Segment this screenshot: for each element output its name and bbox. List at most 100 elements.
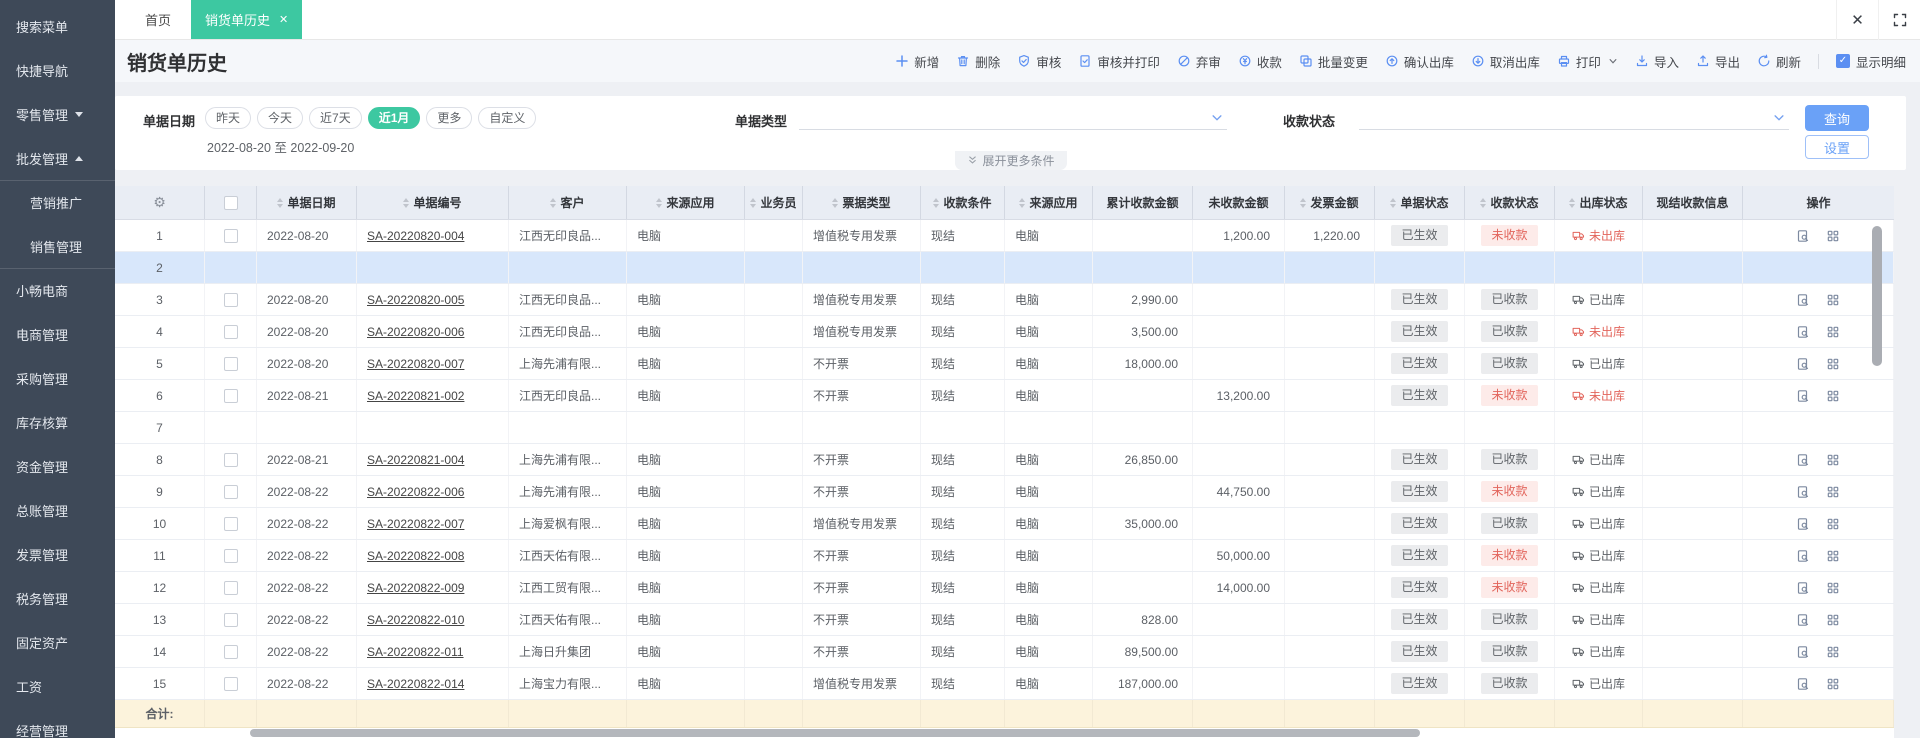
table-row[interactable]: 9 2022-08-22 SA-20220822-006 上海先浦有限... 电脑 不开票… [115,476,1894,508]
doc-no-link[interactable]: SA-20220822-008 [367,549,464,563]
col-salesman[interactable]: 业务员 [745,186,803,219]
row-checkbox[interactable] [223,356,238,371]
show-detail-checkbox[interactable]: ✓ 显示明细 [1835,52,1906,71]
doc-no-link[interactable]: SA-20220820-004 [367,229,464,243]
toolbar-import-button[interactable]: 导入 [1635,52,1679,71]
table-row[interactable]: 3 2022-08-20 SA-20220820-005 江西无印良品... 电脑 增值税… [115,284,1894,316]
linked-query-icon[interactable] [1796,517,1810,531]
linked-query-icon[interactable] [1796,677,1810,691]
date-quick-0[interactable]: 昨天 [205,107,252,129]
more-actions-grid-icon[interactable] [1826,677,1840,691]
col-ops[interactable]: 操作 [1743,186,1894,219]
row-checkbox[interactable] [223,676,238,691]
sidebar-item-9[interactable]: 库存核算 [0,400,115,444]
date-quick-4[interactable]: 更多 [426,107,473,129]
table-row[interactable]: 1 2022-08-20 SA-20220820-004 江西无印良品... 电脑 增值税… [115,220,1894,252]
more-actions-grid-icon[interactable] [1826,453,1840,467]
col-payment_terms[interactable]: 收款条件 [921,186,1005,219]
sidebar-item-13[interactable]: 税务管理 [0,576,115,620]
col-unreceived[interactable]: 未收款金额 [1193,186,1285,219]
col-rownum[interactable]: ⚙ [115,186,205,219]
sidebar-item-6[interactable]: 小畅电商 [0,268,115,312]
doc-no-link[interactable]: SA-20220822-009 [367,581,464,595]
date-quick-2[interactable]: 近7天 [309,107,362,129]
linked-query-icon[interactable] [1796,325,1810,339]
sidebar-item-5[interactable]: 销售管理 [0,224,115,268]
table-row[interactable]: 7 [115,412,1894,444]
linked-query-icon[interactable] [1796,453,1810,467]
more-actions-grid-icon[interactable] [1826,517,1840,531]
horizontal-scrollbar-thumb[interactable] [250,729,1420,737]
linked-query-icon[interactable] [1796,357,1810,371]
doc-no-link[interactable]: SA-20220821-004 [367,453,464,467]
linked-query-icon[interactable] [1796,581,1810,595]
doc-no-link[interactable]: SA-20220822-014 [367,677,464,691]
toolbar-trash-button[interactable]: 删除 [956,52,1000,71]
row-checkbox[interactable] [223,612,238,627]
toolbar-export-button[interactable]: 导出 [1696,52,1740,71]
linked-query-icon[interactable] [1796,549,1810,563]
row-checkbox[interactable] [223,548,238,563]
vertical-scrollbar-thumb[interactable] [1872,226,1882,366]
more-actions-grid-icon[interactable] [1826,325,1840,339]
col-cb[interactable] [205,186,257,219]
toolbar-audit-button[interactable]: 审核 [1017,52,1061,71]
sidebar-item-2[interactable]: 零售管理 [0,92,115,136]
doc-type-select[interactable] [799,104,1227,130]
col-invoice_amount[interactable]: 发票金额 [1285,186,1375,219]
horizontal-scrollbar[interactable] [115,728,1894,738]
more-actions-grid-icon[interactable] [1826,229,1840,243]
close-icon[interactable]: ✕ [1836,0,1878,40]
sidebar-item-3[interactable]: 批发管理 [0,136,115,180]
tab-1[interactable]: 销货单历史 ✕ [191,0,303,39]
sidebar-item-15[interactable]: 工资 [0,664,115,708]
sidebar-item-12[interactable]: 发票管理 [0,532,115,576]
table-row[interactable]: 10 2022-08-22 SA-20220822-007 上海爱枫有限... 电脑 增值… [115,508,1894,540]
payment-status-select[interactable] [1359,104,1789,130]
table-row[interactable]: 8 2022-08-21 SA-20220821-004 上海先浦有限... 电脑 不开票… [115,444,1894,476]
row-checkbox[interactable] [223,228,238,243]
linked-query-icon[interactable] [1796,293,1810,307]
linked-query-icon[interactable] [1796,229,1810,243]
sidebar-item-0[interactable]: 搜索菜单 [0,4,115,48]
sidebar-item-4[interactable]: 营销推广 [0,180,115,224]
sidebar-item-11[interactable]: 总账管理 [0,488,115,532]
column-settings-gear-icon[interactable]: ⚙ [153,195,166,211]
row-checkbox[interactable] [223,452,238,467]
settings-button[interactable]: 设置 [1805,135,1869,159]
doc-no-link[interactable]: SA-20220822-010 [367,613,464,627]
doc-no-link[interactable]: SA-20220822-006 [367,485,464,499]
doc-no-link[interactable]: SA-20220820-007 [367,357,464,371]
table-row[interactable]: 13 2022-08-22 SA-20220822-010 江西天佑有限... 电脑 不开… [115,604,1894,636]
query-button[interactable]: 查询 [1805,105,1869,131]
doc-no-link[interactable]: SA-20220822-007 [367,517,464,531]
sidebar-item-7[interactable]: 电商管理 [0,312,115,356]
doc-no-link[interactable]: SA-20220821-002 [367,389,464,403]
col-doc_status[interactable]: 单据状态 [1375,186,1465,219]
expand-more-button[interactable]: 展开更多条件 [954,151,1067,170]
table-row[interactable]: 4 2022-08-20 SA-20220820-006 江西无印良品... 电脑 增值税… [115,316,1894,348]
sidebar-item-16[interactable]: 经营管理 [0,708,115,738]
fullscreen-icon[interactable] [1878,0,1920,40]
col-outbound_status[interactable]: 出库状态 [1555,186,1643,219]
toolbar-audit-print-button[interactable]: 审核并打印 [1078,52,1160,71]
more-actions-grid-icon[interactable] [1826,581,1840,595]
date-quick-3[interactable]: 近1月 [367,107,421,129]
toolbar-plus-button[interactable]: 新增 [895,52,939,71]
row-checkbox[interactable] [223,324,238,339]
row-checkbox[interactable] [223,644,238,659]
doc-no-link[interactable]: SA-20220820-005 [367,293,464,307]
col-customer[interactable]: 客户 [509,186,627,219]
toolbar-confirm-out-button[interactable]: 确认出库 [1385,52,1454,71]
sidebar-item-8[interactable]: 采购管理 [0,356,115,400]
col-doc_no[interactable]: 单据编号 [357,186,509,219]
row-checkbox[interactable] [223,580,238,595]
more-actions-grid-icon[interactable] [1826,485,1840,499]
date-quick-5[interactable]: 自定义 [478,107,537,129]
more-actions-grid-icon[interactable] [1826,645,1840,659]
more-actions-grid-icon[interactable] [1826,357,1840,371]
row-checkbox[interactable] [223,292,238,307]
more-actions-grid-icon[interactable] [1826,389,1840,403]
col-source_app[interactable]: 来源应用 [627,186,745,219]
row-checkbox[interactable] [223,388,238,403]
